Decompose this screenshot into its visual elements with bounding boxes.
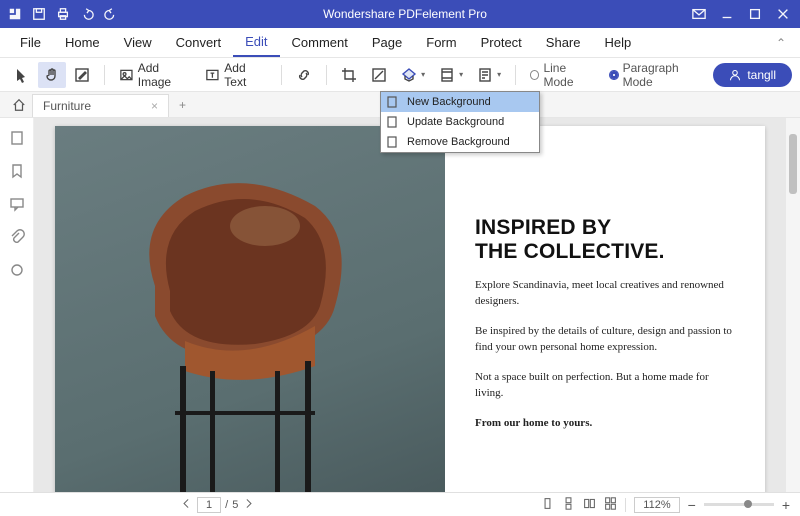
add-text-button[interactable]: Add Text — [199, 62, 273, 88]
doc-heading: INSPIRED BYTHE COLLECTIVE. — [475, 216, 735, 264]
watermark-tool[interactable] — [365, 62, 393, 88]
scroll-thumb[interactable] — [789, 134, 797, 194]
dropdown-new-background[interactable]: New Background — [381, 92, 539, 112]
doc-para-2: Be inspired by the details of culture, d… — [475, 324, 735, 356]
zoom-value[interactable]: 112% — [634, 497, 679, 513]
app-title: Wondershare PDFelement Pro — [118, 7, 692, 21]
tab-close-icon[interactable]: × — [151, 99, 158, 113]
select-tool[interactable] — [8, 62, 36, 88]
dropdown-remove-background[interactable]: Remove Background — [381, 132, 539, 152]
paragraph-mode-radio[interactable]: Paragraph Mode — [603, 61, 711, 89]
left-panel — [0, 118, 34, 492]
bates-tool[interactable]: ▾ — [471, 62, 507, 88]
canvas[interactable]: INSPIRED BYTHE COLLECTIVE. Explore Scand… — [34, 118, 786, 492]
crop-tool[interactable] — [335, 62, 363, 88]
bookmarks-icon[interactable] — [9, 163, 25, 182]
menu-help[interactable]: Help — [593, 29, 644, 56]
page-total: 5 — [232, 499, 238, 511]
menubar: File Home View Convert Edit Comment Page… — [0, 28, 800, 58]
menu-form[interactable]: Form — [414, 29, 468, 56]
chair-illustration — [115, 166, 375, 492]
menu-edit[interactable]: Edit — [233, 28, 279, 57]
add-image-button[interactable]: Add Image — [113, 62, 198, 88]
undo-icon[interactable] — [80, 7, 94, 21]
menu-comment[interactable]: Comment — [280, 29, 360, 56]
redo-icon[interactable] — [104, 7, 118, 21]
background-tool[interactable]: ▾ — [395, 62, 431, 88]
dropdown-update-background[interactable]: Update Background — [381, 112, 539, 132]
view-continuous-icon[interactable] — [562, 497, 575, 513]
page-text: INSPIRED BYTHE COLLECTIVE. Explore Scand… — [445, 126, 765, 492]
statusbar: 1 / 5 112% − + — [0, 492, 800, 516]
menu-view[interactable]: View — [112, 29, 164, 56]
titlebar: Wondershare PDFelement Pro — [0, 0, 800, 28]
edit-tool[interactable] — [68, 62, 96, 88]
zoom-in-icon[interactable]: + — [782, 497, 790, 513]
page-current[interactable]: 1 — [197, 497, 221, 513]
doc-para-3: Not a space built on perfection. But a h… — [475, 370, 735, 402]
line-mode-radio[interactable]: Line Mode — [524, 61, 601, 89]
maximize-icon[interactable] — [748, 7, 762, 21]
vertical-scrollbar[interactable] — [786, 118, 800, 492]
next-page-icon[interactable] — [242, 497, 255, 513]
menu-convert[interactable]: Convert — [164, 29, 234, 56]
save-icon[interactable] — [32, 7, 46, 21]
zoom-slider[interactable] — [704, 503, 774, 506]
close-icon[interactable] — [776, 7, 790, 21]
document-page: INSPIRED BYTHE COLLECTIVE. Explore Scand… — [55, 126, 765, 492]
page-sep: / — [225, 499, 228, 511]
menu-protect[interactable]: Protect — [469, 29, 534, 56]
background-dropdown: New Background Update Background Remove … — [380, 91, 540, 153]
header-footer-tool[interactable]: ▾ — [433, 62, 469, 88]
menu-home[interactable]: Home — [53, 29, 112, 56]
print-icon[interactable] — [56, 7, 70, 21]
document-tab[interactable]: Furniture× — [32, 94, 169, 117]
page-nav: 1 / 5 — [180, 497, 255, 513]
thumbnails-icon[interactable] — [9, 130, 25, 149]
app-logo-icon — [8, 7, 22, 21]
menu-file[interactable]: File — [8, 29, 53, 56]
tab-add-button[interactable]: + — [169, 92, 196, 117]
zoom-out-icon[interactable]: − — [688, 497, 696, 513]
doc-para-4: From our home to yours. — [475, 416, 735, 432]
minimize-icon[interactable] — [720, 7, 734, 21]
mail-icon[interactable] — [692, 7, 706, 21]
user-account-button[interactable]: tangll — [713, 63, 792, 87]
attachments-icon[interactable] — [9, 229, 25, 248]
view-facing-continuous-icon[interactable] — [604, 497, 617, 513]
home-tab-icon[interactable] — [6, 92, 32, 117]
search-panel-icon[interactable] — [9, 262, 25, 281]
hand-tool[interactable] — [38, 62, 66, 88]
workspace: INSPIRED BYTHE COLLECTIVE. Explore Scand… — [0, 118, 800, 492]
view-facing-icon[interactable] — [583, 497, 596, 513]
link-tool[interactable] — [290, 62, 318, 88]
toolbar: Add Image Add Text ▾ ▾ ▾ Line Mode Parag… — [0, 58, 800, 92]
prev-page-icon[interactable] — [180, 497, 193, 513]
doc-para-1: Explore Scandinavia, meet local creative… — [475, 278, 735, 310]
comments-icon[interactable] — [9, 196, 25, 215]
menu-page[interactable]: Page — [360, 29, 414, 56]
page-image — [55, 126, 445, 492]
menu-share[interactable]: Share — [534, 29, 593, 56]
view-single-icon[interactable] — [541, 497, 554, 513]
collapse-ribbon-icon[interactable]: ⌃ — [776, 36, 792, 50]
